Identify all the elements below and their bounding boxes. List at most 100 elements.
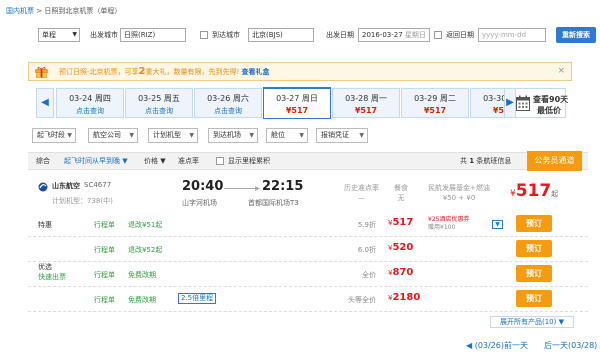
sort-price[interactable]: 价格 ▼ xyxy=(144,153,166,169)
date-tab-date: 03-26 周六 xyxy=(207,94,249,103)
fare-category-sub: 快速出票 xyxy=(38,273,66,281)
expand-coupon-icon[interactable]: ▼ xyxy=(492,220,503,229)
sort-ontime[interactable]: 准点率 xyxy=(178,153,199,169)
next-dates-button[interactable]: ▶ xyxy=(504,88,516,118)
filter-aircraft[interactable]: 计划机型 ▼ xyxy=(148,128,198,143)
filter-label: 舱位 xyxy=(271,131,285,139)
expand-all-products-button[interactable]: 展开所有产品(10) ▼ xyxy=(490,316,574,328)
depart-weekday: 星期日 xyxy=(404,31,426,39)
arrival-time: 22:15 xyxy=(262,179,304,194)
filter-label: 起飞时段 xyxy=(37,131,65,139)
trip-type-value: 单程 xyxy=(42,31,56,39)
chevron-down-icon: ▼ xyxy=(359,132,364,139)
arrival-airport: 首都国际机场T3 xyxy=(248,199,299,207)
ontime-rate: 历史准点率 — xyxy=(344,183,379,203)
to-city-input[interactable]: 北京(BJS) xyxy=(248,28,314,42)
date-tab[interactable]: 03-24 周四 点击查询 xyxy=(56,88,124,118)
fare-row: 行程单 退改¥52起 6.0折 ¥520 预订 xyxy=(28,237,588,262)
promo-text: 预订日照-北京机票，可享2重大礼，数量有限，先到先得! 查看礼盒 xyxy=(59,63,270,81)
promo-text-2: 重大礼，数量有限，先到先得! xyxy=(145,68,240,76)
filter-label: 到达机场 xyxy=(213,131,241,139)
book-button[interactable]: 预订 xyxy=(516,240,552,257)
filter-airline[interactable]: 航空公司 ▼ xyxy=(88,128,138,143)
date-tab-date: 03-28 周一 xyxy=(345,94,387,103)
chevron-down-icon: ▼ xyxy=(129,132,134,139)
swap-checkbox[interactable] xyxy=(200,31,208,39)
refund-rule[interactable]: 免费改期 xyxy=(128,295,156,305)
fare-price-value: 870 xyxy=(392,267,414,278)
fare-price: ¥870 xyxy=(388,267,414,278)
sort-departure-time[interactable]: 起飞时间从早到晚 ▼ xyxy=(64,153,128,169)
flight-number: SC4677 xyxy=(84,181,112,189)
close-icon[interactable]: × xyxy=(557,63,565,80)
departure-airport: 山字河机场 xyxy=(182,199,217,207)
date-tab[interactable]: 03-26 周六 点击查询 xyxy=(194,88,262,118)
calendar-line2: 最低价 xyxy=(537,106,561,115)
search-bar: 单程 ▼ 出发城市 日照(RIZ) 到达城市 北京(BJS) 出发日期 2016… xyxy=(28,26,600,44)
prev-dates-button[interactable]: ◀ xyxy=(36,88,54,118)
filter-receipt[interactable]: 报销凭证 ▼ xyxy=(316,128,368,143)
fare-category: 特惠 xyxy=(38,221,52,229)
from-city-input[interactable]: 日照(RIZ) xyxy=(120,28,186,42)
arrow-right-icon xyxy=(224,186,260,191)
view-gift-link[interactable]: 查看礼盒 xyxy=(242,68,270,76)
return-date-input[interactable]: yyyy-mm-dd xyxy=(478,28,546,42)
civil-servant-button[interactable]: 公务员通道 xyxy=(527,151,582,171)
flight-row[interactable]: 山东航空 SC4677 计划机型：738(中) 20:40 22:15 山字河机… xyxy=(28,174,588,212)
refund-rule[interactable]: 退改¥52起 xyxy=(128,245,162,255)
refund-rule[interactable]: 免费改期 xyxy=(128,270,156,280)
aircraft-model[interactable]: 计划机型：738(中) xyxy=(52,196,113,206)
itinerary-receipt[interactable]: 行程单 xyxy=(94,270,115,280)
filter-label: 计划机型 xyxy=(153,131,181,139)
lowest-price: ¥517起 xyxy=(510,181,558,201)
search-button[interactable]: 重新搜索 xyxy=(556,27,596,43)
date-tab[interactable]: 03-25 周五 点击查询 xyxy=(125,88,193,118)
filter-departure-time[interactable]: 起飞时段 ▼ xyxy=(32,128,76,143)
depart-date-value: 2016-03-27 xyxy=(362,31,403,39)
calendar-90-days-button[interactable]: 查看90天 最低价 xyxy=(510,88,569,118)
mileage-badge[interactable]: 2.5倍里程 xyxy=(178,293,217,304)
return-label: 返回日期 xyxy=(446,31,474,39)
date-tab[interactable]: 03-28 周一 ¥517 xyxy=(332,88,400,118)
sort-bar: 综合 起飞时间从早到晚 ▼ 价格 ▼ 准点率 显示里程累积 共 1 条航班信息 … xyxy=(28,151,588,171)
sort-overall[interactable]: 综合 xyxy=(36,153,50,169)
date-tab-info: 点击查询 xyxy=(214,107,242,115)
fare-discount: 5.9折 xyxy=(357,221,376,229)
coupon-info: ¥25酒店优惠券 赠用¥100 xyxy=(428,216,469,232)
calendar-line1: 查看90天 xyxy=(533,95,569,104)
date-tab-date: 03-24 周四 xyxy=(69,94,111,103)
date-label: 出发日期 xyxy=(326,31,354,39)
sort-departure-label: 起飞时间从早到晚 xyxy=(64,157,120,165)
ontime-value: — xyxy=(358,194,365,202)
chevron-down-icon: ▼ xyxy=(72,31,77,38)
filter-arrival-airport[interactable]: 到达机场 ▼ xyxy=(208,128,258,143)
fare-price: ¥2180 xyxy=(388,292,421,303)
date-tab-price: ¥517 xyxy=(354,106,378,115)
itinerary-receipt[interactable]: 行程单 xyxy=(94,295,115,305)
trip-type-select[interactable]: 单程 ▼ xyxy=(38,28,80,42)
next-day-link[interactable]: 后一天(03/28) ▶ xyxy=(544,341,600,350)
prev-day-link[interactable]: ◀ (03/26)前一天 xyxy=(466,341,528,350)
show-mileage-checkbox[interactable] xyxy=(216,157,224,165)
show-mileage-label: 显示里程累积 xyxy=(228,157,270,165)
return-checkbox[interactable] xyxy=(434,31,442,39)
book-button[interactable]: 预订 xyxy=(516,265,552,282)
filter-cabin[interactable]: 舱位 ▼ xyxy=(266,128,308,143)
itinerary-receipt[interactable]: 行程单 xyxy=(94,245,115,255)
fare-price: ¥517 xyxy=(388,217,414,228)
date-tab-active[interactable]: 03-27 周日 ¥517 xyxy=(263,87,331,119)
promo-count: 2 xyxy=(138,66,146,77)
tax-info: 民航发展基金+燃油 ¥50 + ¥0 xyxy=(418,183,500,203)
fare-row: 特惠 行程单 退改¥51起 5.9折 ¥517 ¥25酒店优惠券 赠用¥100 … xyxy=(28,212,588,237)
book-button[interactable]: 预订 xyxy=(516,290,552,307)
price-suffix: 起 xyxy=(551,190,559,198)
date-tab[interactable]: 03-29 周二 ¥517 xyxy=(401,88,469,118)
book-button[interactable]: 预订 xyxy=(516,215,552,232)
from-label: 出发城市 xyxy=(90,31,118,39)
date-tab-date: 03-29 周二 xyxy=(414,94,456,103)
depart-date-input[interactable]: 2016-03-27 星期日 xyxy=(358,28,430,42)
breadcrumb-home[interactable]: 国内机票 xyxy=(6,7,34,15)
coupon-line2: 赠用¥100 xyxy=(428,224,456,231)
refund-rule[interactable]: 退改¥51起 xyxy=(128,220,162,230)
itinerary-receipt[interactable]: 行程单 xyxy=(94,220,115,230)
